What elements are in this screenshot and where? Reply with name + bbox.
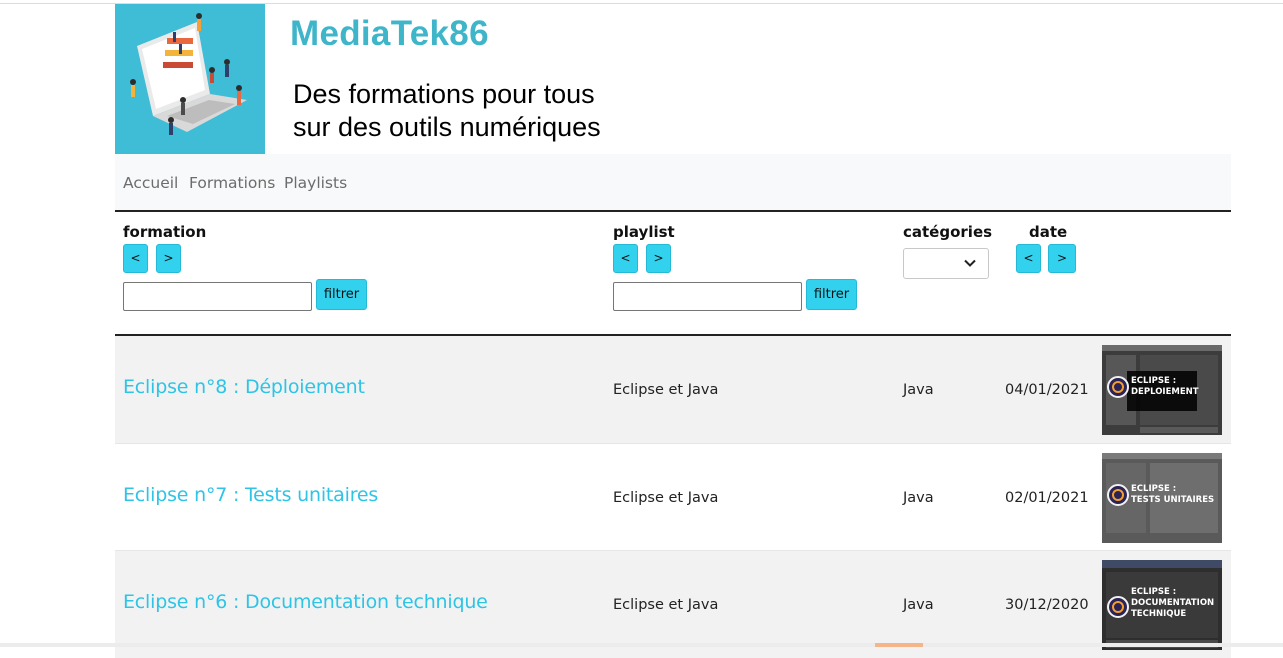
nav-playlists[interactable]: Playlists xyxy=(284,174,347,192)
thumbnail-caption-line: ECLIPSE : xyxy=(1131,587,1177,597)
column-title-categories: catégories xyxy=(903,223,993,241)
thumbnail-caption-line: TECHNIQUE xyxy=(1131,609,1187,619)
horizontal-scrollbar[interactable] xyxy=(0,643,1283,647)
video-thumbnail[interactable]: ECLIPSE : TESTS UNITAIRES xyxy=(1102,453,1222,543)
tagline-line-1: Des formations pour tous xyxy=(293,79,595,109)
scrollbar-marker xyxy=(875,643,923,647)
header-divider xyxy=(115,210,1231,212)
playlist-cell: Eclipse et Java xyxy=(613,597,719,613)
categories-select[interactable] xyxy=(903,248,989,279)
column-title-formation: formation xyxy=(123,223,207,241)
nav-accueil[interactable]: Accueil xyxy=(123,174,178,192)
thumbnail-caption-line: ECLIPSE : xyxy=(1131,484,1177,494)
playlist-sort-desc-button[interactable]: > xyxy=(646,244,671,273)
table-row: Eclipse n°8 : Déploiement Eclipse et Jav… xyxy=(115,336,1231,443)
site-title: MediaTek86 xyxy=(290,14,489,53)
date-cell: 04/01/2021 xyxy=(1005,382,1089,398)
playlist-sort-asc-button[interactable]: < xyxy=(613,244,638,273)
thumbnail-caption: ECLIPSE : TESTS UNITAIRES xyxy=(1131,484,1214,506)
formation-sort-asc-button[interactable]: < xyxy=(123,244,148,273)
formation-title-link[interactable]: Eclipse n°8 : Déploiement xyxy=(123,376,365,398)
thumbnail-caption: ECLIPSE : DOCUMENTATION TECHNIQUE xyxy=(1131,587,1214,620)
formation-title-link[interactable]: Eclipse n°6 : Documentation technique xyxy=(123,591,488,613)
thumbnail-caption-line: DOCUMENTATION xyxy=(1131,598,1215,608)
thumbnail-caption-line: ECLIPSE : xyxy=(1131,376,1177,386)
table-row: Eclipse n°6 : Documentation technique Ec… xyxy=(115,550,1231,658)
formation-title-link[interactable]: Eclipse n°7 : Tests unitaires xyxy=(123,484,378,506)
date-cell: 30/12/2020 xyxy=(1005,597,1089,613)
thumbnail-caption-line: DEPLOIEMENT xyxy=(1131,387,1199,397)
category-cell: Java xyxy=(903,597,934,613)
playlist-cell: Eclipse et Java xyxy=(613,382,719,398)
date-sort-desc-button[interactable]: > xyxy=(1048,244,1076,273)
column-title-playlist: playlist xyxy=(613,223,675,241)
eclipse-logo-icon xyxy=(1107,376,1129,398)
playlist-filter-button[interactable]: filtrer xyxy=(806,279,857,310)
tagline-line-2: sur des outils numériques xyxy=(293,112,601,142)
chevron-down-icon xyxy=(964,259,976,267)
category-cell: Java xyxy=(903,382,934,398)
nav-formations[interactable]: Formations xyxy=(189,174,275,192)
date-sort-asc-button[interactable]: < xyxy=(1016,244,1041,273)
column-title-date: date xyxy=(1029,223,1068,241)
thumbnail-caption-line: TESTS UNITAIRES xyxy=(1131,495,1215,505)
video-thumbnail[interactable]: ECLIPSE : DOCUMENTATION TECHNIQUE xyxy=(1102,560,1222,650)
logo-image xyxy=(115,4,265,154)
formation-sort-desc-button[interactable]: > xyxy=(156,244,181,273)
tagline: Des formations pour tous sur des outils … xyxy=(293,78,601,144)
category-cell: Java xyxy=(903,490,934,506)
eclipse-logo-icon xyxy=(1107,596,1129,618)
formation-filter-input[interactable] xyxy=(123,282,312,311)
playlist-filter-input[interactable] xyxy=(613,282,802,311)
thumbnail-caption: ECLIPSE : DEPLOIEMENT xyxy=(1131,376,1199,398)
video-thumbnail[interactable]: ECLIPSE : DEPLOIEMENT xyxy=(1102,345,1222,435)
navbar: Accueil Formations Playlists xyxy=(115,154,1231,210)
formation-filter-button[interactable]: filtrer xyxy=(316,279,367,310)
playlist-cell: Eclipse et Java xyxy=(613,490,719,506)
table-row: Eclipse n°7 : Tests unitaires Eclipse et… xyxy=(115,443,1231,551)
date-cell: 02/01/2021 xyxy=(1005,490,1089,506)
eclipse-logo-icon xyxy=(1107,484,1129,506)
